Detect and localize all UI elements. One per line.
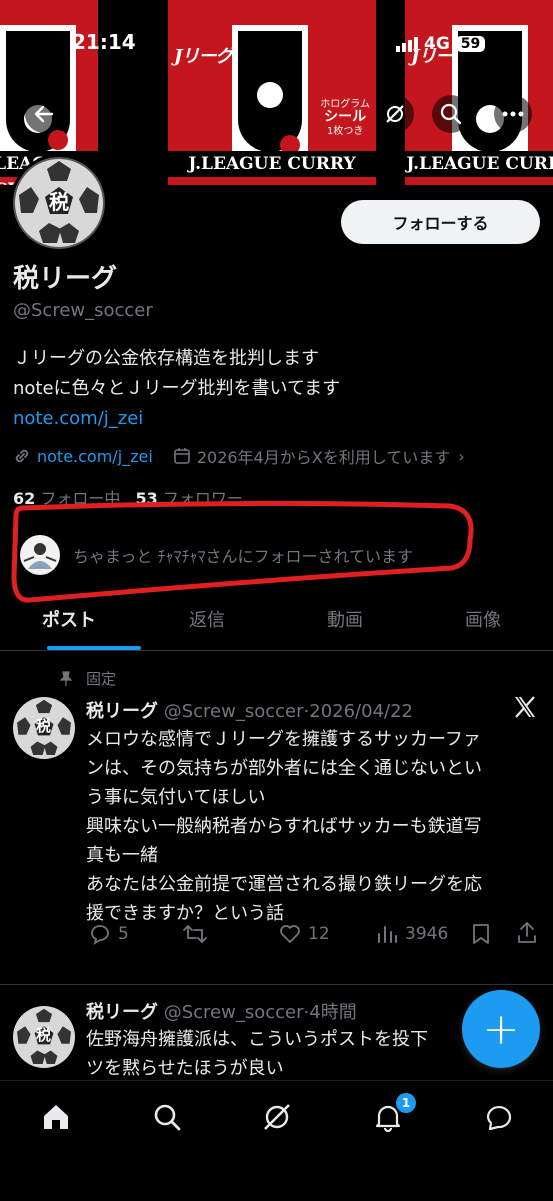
meta-link[interactable]: note.com/j_zei <box>37 447 153 466</box>
tweet-header: 税リーグ @Screw_soccer·4時間 <box>86 1002 357 1023</box>
pinned-label: 固定 <box>58 668 116 689</box>
link-icon <box>15 449 29 463</box>
nav-notifications[interactable]: 1 <box>368 1093 416 1137</box>
views-icon <box>378 926 397 943</box>
tweet-author-handle[interactable]: @Screw_soccer <box>164 1002 304 1023</box>
banner-card: Jリーグカレー J.LEAGUE CURRY <box>405 0 553 185</box>
banner-title: J.LEAGUE CURRY <box>168 151 376 177</box>
more-icon <box>502 111 524 117</box>
pin-icon <box>59 670 73 686</box>
notification-badge: 1 <box>396 1093 416 1113</box>
arrow-left-icon <box>34 105 54 123</box>
bookmark-button[interactable] <box>470 922 492 950</box>
tweet-time[interactable]: 4時間 <box>309 1002 356 1023</box>
compose-fab[interactable]: + <box>462 990 540 1068</box>
calendar-icon <box>174 448 190 464</box>
search-button[interactable] <box>432 95 470 133</box>
tweet-body: 佐野海舟擁護派は、こういうポストを投下 ツを黙らせたほうが良い <box>86 1029 428 1079</box>
reply-icon <box>91 925 109 945</box>
bottom-nav: 1 <box>0 1080 553 1201</box>
reply-button[interactable]: 5 <box>88 922 129 946</box>
battery-indicator: 59 <box>455 36 486 52</box>
bio-link[interactable]: note.com/j_zei <box>13 404 340 434</box>
nav-messages[interactable] <box>478 1097 518 1137</box>
tweet-author-name[interactable]: 税リーグ <box>86 701 158 722</box>
share-icon <box>518 922 536 943</box>
more-button[interactable] <box>494 95 532 133</box>
tab-images[interactable]: 画像 <box>414 596 552 650</box>
grok-icon <box>264 1104 290 1130</box>
nav-search[interactable] <box>147 1097 187 1137</box>
banner-title: J.LEAGUE CURRY <box>405 151 553 177</box>
tweet-avatar[interactable]: 税 <box>13 697 75 759</box>
views-button[interactable]: 3946 <box>375 922 448 946</box>
signal-icon <box>396 37 418 52</box>
tweet-author-handle[interactable]: @Screw_soccer <box>164 701 304 722</box>
retweet-button[interactable] <box>182 922 214 946</box>
tabs-divider <box>0 650 553 651</box>
back-button[interactable] <box>25 95 63 133</box>
nav-home[interactable] <box>36 1097 76 1137</box>
network-type: 4G <box>424 34 450 54</box>
tweet-author-name[interactable]: 税リーグ <box>86 1002 158 1023</box>
banner-card: Jリーグカレー ホログラム シール 1枚つき J.LEAGUE CURRY <box>168 0 376 185</box>
hologram-label: ホログラム シール 1枚つき <box>320 99 370 137</box>
joined-date: 2026年4月からXを利用しています <box>196 448 451 467</box>
profile-avatar[interactable]: 税 <box>10 154 108 252</box>
profile-name: 税リーグ <box>13 264 118 294</box>
tab-videos[interactable]: 動画 <box>276 596 414 650</box>
search-icon <box>440 103 462 125</box>
bio-line: Ｊリーグの公金依存構造を批判します <box>13 348 319 369</box>
grok-button[interactable] <box>376 95 414 133</box>
tweet-header: 税リーグ @Screw_soccer·2026/04/22 <box>86 701 413 722</box>
retweet-icon <box>183 924 207 944</box>
bookmark-icon <box>473 924 489 944</box>
status-indicators: 4G 59 <box>396 34 486 54</box>
profile-tabs: ポスト 返信 動画 画像 <box>0 596 553 650</box>
tab-replies[interactable]: 返信 <box>138 596 276 650</box>
tweet-avatar[interactable]: 税 <box>13 1006 75 1068</box>
tweet-divider <box>0 984 553 985</box>
avatar-glyph: 税 <box>49 190 69 214</box>
profile-bio: Ｊリーグの公金依存構造を批判します noteに色々とＪリーグ批判を書いてます n… <box>13 344 340 434</box>
tweet-body: メロウな感情でＪリーグを擁護するサッカーファ ンは、その気持ちが部外者には全く通… <box>86 729 482 924</box>
chevron-right-icon: › <box>458 446 465 466</box>
heart-icon <box>280 925 300 943</box>
profile-meta: note.com/j_zei 2026年4月からXを利用しています › <box>13 444 465 468</box>
follow-button[interactable]: フォローする <box>341 200 540 244</box>
bio-line: noteに色々とＪリーグ批判を書いてます <box>13 378 341 399</box>
search-icon <box>154 1104 181 1131</box>
tab-posts[interactable]: ポスト <box>0 596 141 650</box>
home-icon <box>44 1105 68 1129</box>
share-button[interactable] <box>515 920 539 950</box>
red-annotation-circle <box>11 500 474 603</box>
tweet-time[interactable]: 2026/04/22 <box>309 701 413 722</box>
chat-icon <box>486 1106 512 1131</box>
x-logo-icon <box>512 694 538 724</box>
nav-grok[interactable] <box>257 1097 297 1137</box>
status-time: 21:14 <box>72 30 136 54</box>
profile-handle: @Screw_soccer <box>13 300 153 321</box>
like-button[interactable]: 12 <box>278 922 330 946</box>
grok-icon <box>386 105 404 123</box>
